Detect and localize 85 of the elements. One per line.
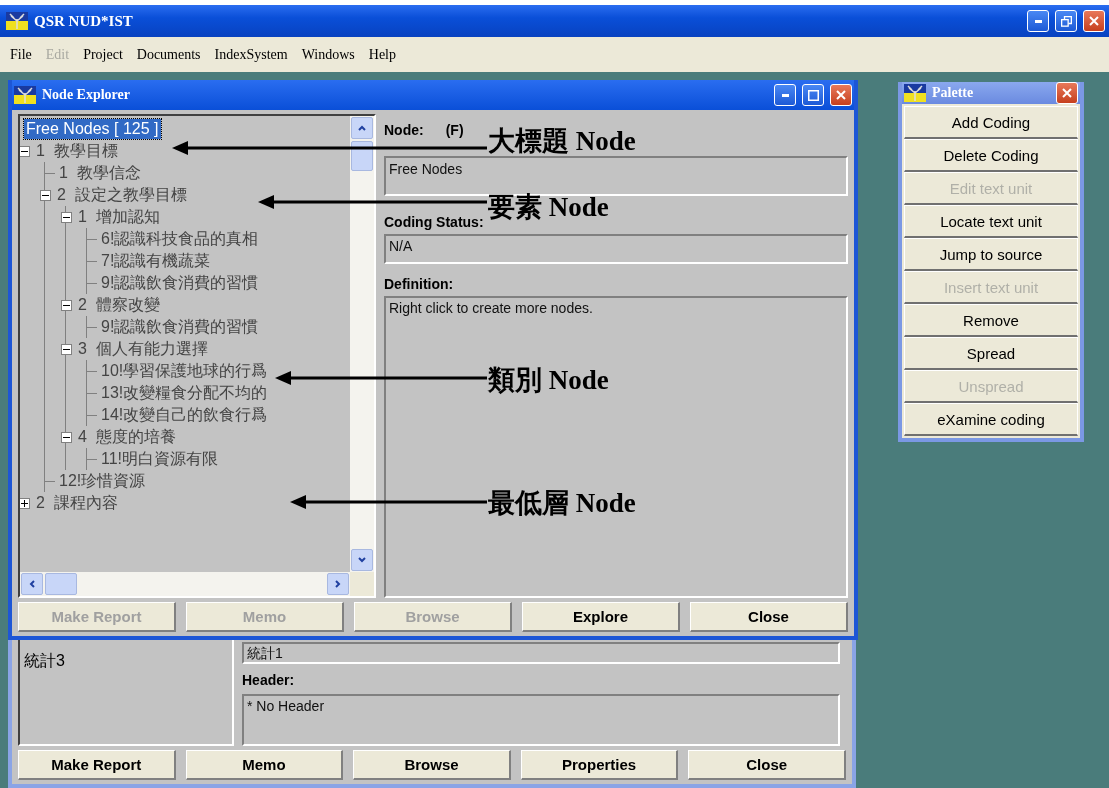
menu-item[interactable]: Project <box>83 46 123 63</box>
tree-icon <box>904 84 926 102</box>
field-label: Header: <box>242 672 296 688</box>
tree-node[interactable]: 9!認識飲食消費的習慣 <box>99 273 261 293</box>
menu-item[interactable]: IndexSystem <box>214 46 288 63</box>
tree-node[interactable]: 1 教學信念 <box>57 163 143 183</box>
annotation-label: 大標題 Node <box>488 125 636 158</box>
restore-icon <box>1060 15 1072 27</box>
tree-node[interactable]: 2 設定之教學目標 <box>55 185 189 205</box>
minus-box-icon[interactable] <box>61 211 72 223</box>
close-icon <box>836 90 846 100</box>
tree-node[interactable]: 12!珍惜資源 <box>57 471 148 491</box>
horizontal-scrollbar[interactable] <box>20 572 350 596</box>
minimize-button[interactable] <box>774 84 796 106</box>
tree-node[interactable]: Free Nodes [ 125 ] <box>24 119 161 139</box>
minus-box-icon[interactable] <box>61 431 72 443</box>
tree-node[interactable]: 2 體察改變 <box>76 295 162 315</box>
dialog-button[interactable]: Properties <box>520 750 679 780</box>
annotation-label: 類別 Node <box>488 364 609 397</box>
plus-box-icon[interactable] <box>20 497 30 509</box>
tree-node[interactable]: 10!學習保護地球的行爲 <box>99 361 270 381</box>
scroll-left-button[interactable] <box>21 573 43 595</box>
close-button[interactable] <box>1056 82 1078 104</box>
field-label: Coding Status: <box>384 214 485 230</box>
scroll-thumb[interactable] <box>45 573 77 595</box>
tree-node[interactable]: 6!認識科技食品的真相 <box>99 229 261 249</box>
minimize-button[interactable] <box>1027 10 1049 32</box>
tree-node[interactable]: 11!明白資源有限 <box>99 449 221 469</box>
text-field[interactable]: 統計1 <box>242 642 840 664</box>
minus-box-icon[interactable] <box>20 145 30 157</box>
close-button[interactable] <box>1083 10 1105 32</box>
window-title: Node Explorer <box>42 87 130 103</box>
list-item[interactable]: 統計3 <box>24 652 228 670</box>
tree-node[interactable]: 13!改變糧食分配不均的 <box>99 383 270 403</box>
palette-button[interactable]: Delete Coding <box>904 139 1078 172</box>
tree-node[interactable]: 4 態度的培養 <box>76 427 178 447</box>
field-label: Node: <box>384 122 424 138</box>
minus-box-icon[interactable] <box>61 343 72 355</box>
menu-item[interactable]: Windows <box>301 46 355 63</box>
scroll-up-button[interactable] <box>351 117 373 139</box>
palette-button[interactable]: Add Coding <box>904 106 1078 139</box>
tree-node[interactable]: 9!認識飲食消費的習慣 <box>99 317 261 337</box>
tree-node[interactable]: 3 個人有能力選擇 <box>76 339 210 359</box>
minus-box-icon[interactable] <box>40 189 51 201</box>
tree-icon <box>14 86 36 104</box>
dialog-button[interactable]: Explore <box>522 602 680 632</box>
palette-button[interactable]: Remove <box>904 304 1078 337</box>
dialog-button[interactable]: Make Report <box>18 750 176 780</box>
header-field[interactable]: * No Header <box>242 694 840 746</box>
node-type: (F) <box>445 122 464 138</box>
tree-node[interactable]: 2 課程內容 <box>34 493 120 513</box>
tree-node[interactable]: 14!改變自己的飲食行爲 <box>99 405 270 425</box>
restore-button[interactable] <box>1055 10 1077 32</box>
window-title: Palette <box>932 85 974 101</box>
coding-status-field[interactable]: N/A <box>384 234 848 264</box>
tree-node[interactable]: 7!認識有機蔬菜 <box>99 251 213 271</box>
scroll-right-button[interactable] <box>327 573 349 595</box>
dialog-button[interactable]: Browse <box>353 750 511 780</box>
scrollbar-corner <box>350 572 374 596</box>
tree-node[interactable]: 1 教學目標 <box>34 141 120 161</box>
annotation-label: 最低層 Node <box>488 487 636 520</box>
dialog-button[interactable]: Memo <box>185 750 344 780</box>
palette-button[interactable]: eXamine coding <box>904 403 1078 436</box>
minimize-icon <box>781 93 789 97</box>
palette-button[interactable]: Jump to source <box>904 238 1078 271</box>
menu-item[interactable]: Documents <box>136 46 201 63</box>
minus-box-icon[interactable] <box>61 299 72 311</box>
close-icon <box>1089 16 1099 26</box>
vertical-scrollbar[interactable] <box>350 116 374 572</box>
menu-item[interactable]: Help <box>368 46 396 63</box>
minimize-icon <box>1034 19 1042 23</box>
field-label: Definition: <box>384 276 455 292</box>
palette-button[interactable]: Locate text unit <box>904 205 1078 238</box>
app-title: QSR NUD*IST <box>34 12 133 30</box>
maximize-button[interactable] <box>802 84 824 106</box>
tree-node[interactable]: 1 增加認知 <box>76 207 162 227</box>
scroll-down-button[interactable] <box>351 549 373 571</box>
close-icon <box>1062 88 1072 98</box>
tree-icon <box>6 12 28 30</box>
palette-button[interactable]: Spread <box>904 337 1078 370</box>
maximize-icon <box>807 89 819 101</box>
dialog-button[interactable]: Close <box>688 750 846 780</box>
menu-item[interactable]: File <box>10 46 32 63</box>
close-button[interactable] <box>830 84 852 106</box>
dialog-button[interactable]: Close <box>690 602 848 632</box>
